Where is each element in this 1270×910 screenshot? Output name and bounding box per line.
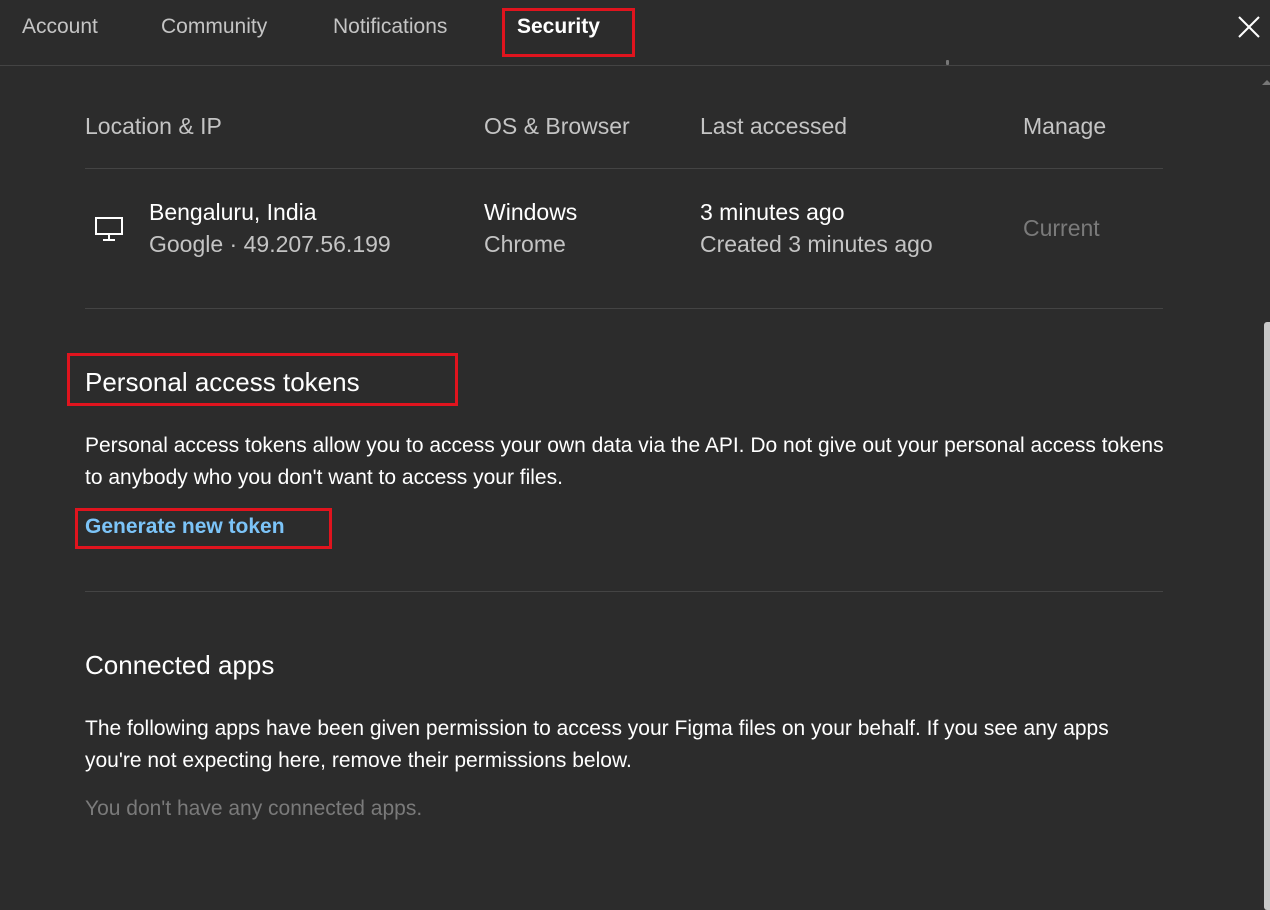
scroll-artifact <box>946 60 949 65</box>
session-os: Windows <box>484 199 578 225</box>
session-last-accessed-cell: 3 minutes ago Created 3 minutes ago <box>700 196 933 260</box>
scrollbar-thumb[interactable] <box>1264 322 1270 910</box>
session-location-cell: Bengaluru, India Google · 49.207.56.199 <box>149 196 391 260</box>
personal-access-tokens-description: Personal access tokens allow you to acce… <box>85 434 1164 489</box>
tab-security[interactable]: Security <box>517 14 600 40</box>
section-divider <box>85 591 1163 592</box>
close-button[interactable] <box>1234 12 1264 42</box>
session-manage-status: Current <box>1023 215 1100 241</box>
tab-account[interactable]: Account <box>22 14 98 40</box>
section-divider <box>85 308 1163 309</box>
session-browser: Chrome <box>484 231 566 257</box>
settings-tab-bar: Account Community Notifications Security <box>0 0 1270 66</box>
session-created: Created 3 minutes ago <box>700 231 933 257</box>
close-icon <box>1238 16 1260 38</box>
table-header-divider <box>85 168 1163 169</box>
tab-notifications[interactable]: Notifications <box>333 14 447 40</box>
connected-apps-title: Connected apps <box>85 650 275 680</box>
session-os-browser-cell: Windows Chrome <box>484 196 577 260</box>
session-ip: Google · 49.207.56.199 <box>149 231 391 257</box>
session-location: Bengaluru, India <box>149 199 317 225</box>
connected-apps-description: The following apps have been given permi… <box>85 717 1109 772</box>
monitor-icon <box>95 217 123 241</box>
scroll-up-arrow-icon[interactable] <box>1262 80 1270 85</box>
column-header-manage: Manage <box>1023 113 1107 139</box>
column-header-os-browser: OS & Browser <box>484 113 630 139</box>
column-header-location: Location & IP <box>85 113 222 139</box>
connected-apps-empty-state: You don't have any connected apps. <box>85 797 423 820</box>
personal-access-tokens-title: Personal access tokens <box>85 367 360 397</box>
tab-community[interactable]: Community <box>161 14 267 40</box>
column-header-last-accessed: Last accessed <box>700 113 848 139</box>
session-last-accessed: 3 minutes ago <box>700 199 845 225</box>
settings-modal: Account Community Notifications Security… <box>0 0 1270 910</box>
generate-new-token-link[interactable]: Generate new token <box>85 513 285 541</box>
